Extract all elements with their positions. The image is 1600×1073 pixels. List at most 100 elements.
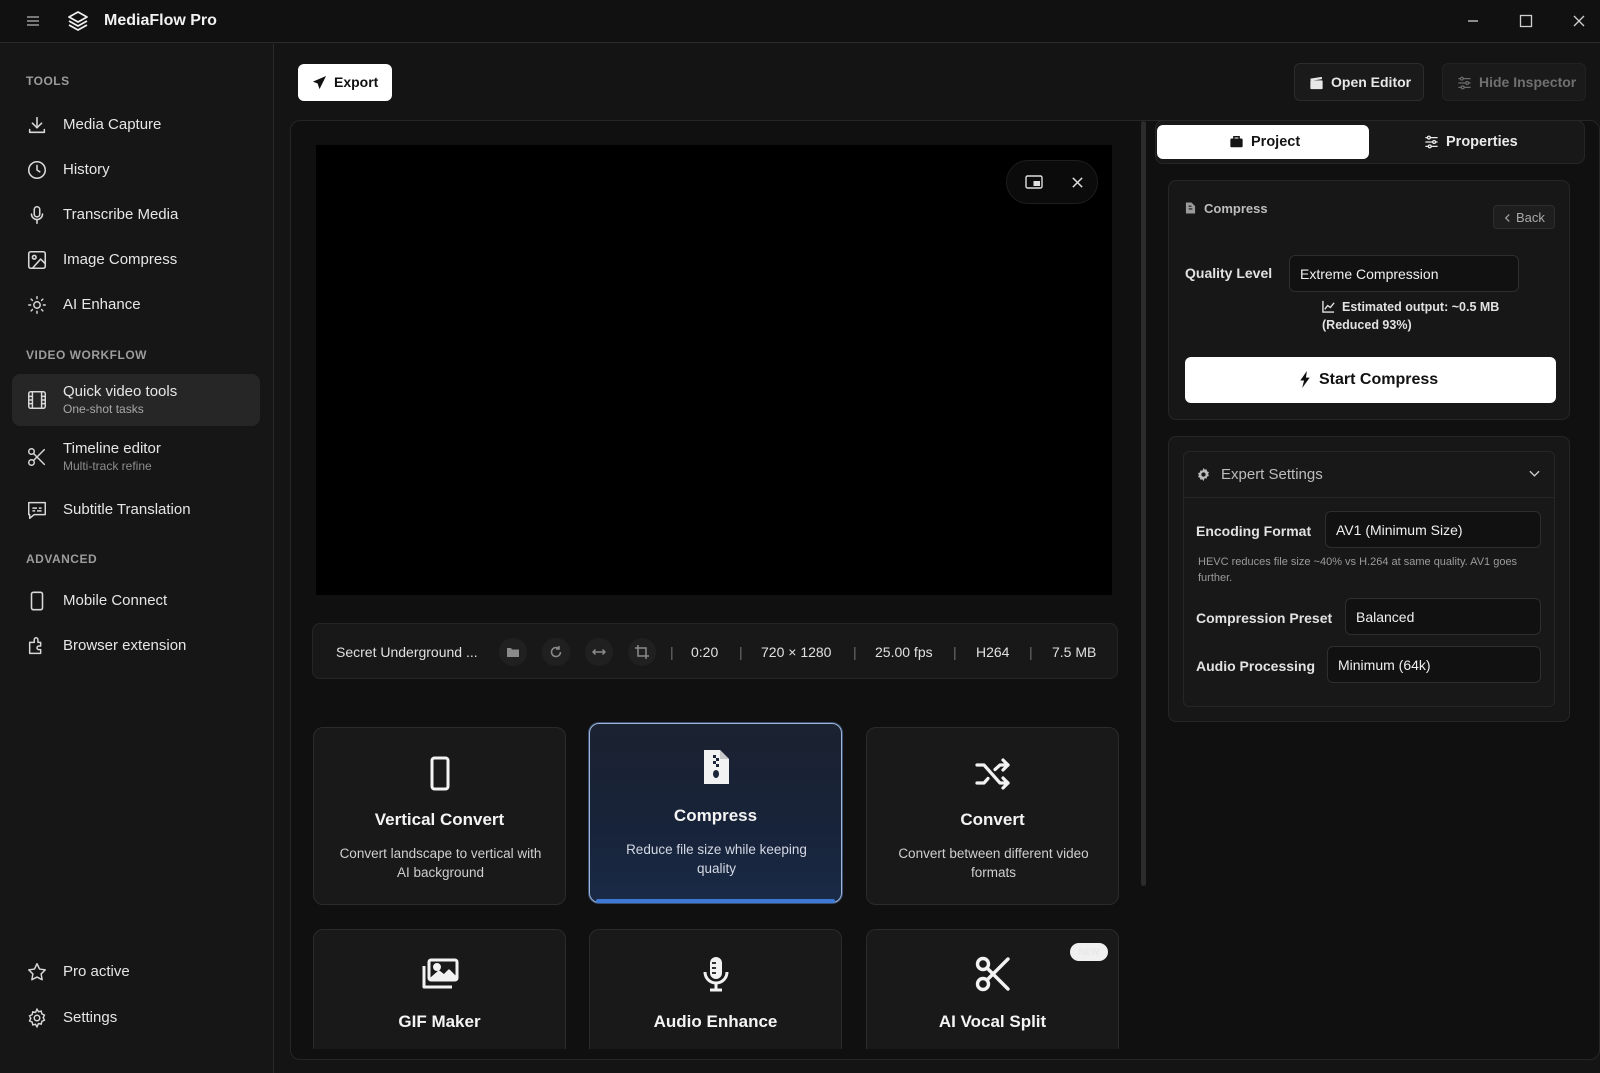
sidebar-item-label: Image Compress <box>63 251 178 268</box>
open-editor-button[interactable]: Open Editor <box>1294 63 1424 101</box>
minimize-icon[interactable] <box>1463 11 1483 31</box>
start-compress-label: Start Compress <box>1319 371 1439 388</box>
tool-card-vertical-convert[interactable]: Vertical Convert Convert landscape to ve… <box>313 727 566 905</box>
sidebar-item-browser-extension[interactable]: Browser extension <box>12 626 260 666</box>
picture-in-picture-icon[interactable] <box>1025 174 1043 190</box>
tab-project-label: Project <box>1251 134 1301 150</box>
tool-card-compress[interactable]: Compress Reduce file size while keeping … <box>589 723 842 903</box>
compression-preset-value: Balanced <box>1356 608 1415 625</box>
expert-settings-header[interactable]: Expert Settings <box>1183 451 1555 498</box>
info-separator: | <box>739 644 743 660</box>
sidebar-item-history[interactable]: History <box>12 150 260 190</box>
active-indicator <box>596 899 835 903</box>
video-preview[interactable] <box>316 145 1112 595</box>
audio-processing-select[interactable]: Minimum (64k) <box>1327 646 1541 683</box>
gear-icon <box>26 1007 48 1029</box>
sidebar-item-label: History <box>63 161 110 178</box>
back-button[interactable]: Back <box>1493 205 1555 229</box>
close-preview-icon[interactable] <box>1071 176 1084 189</box>
tool-card-title: Compress <box>673 806 758 825</box>
sliders-icon <box>1425 135 1438 149</box>
compression-preset-label: Compression Preset <box>1196 610 1333 626</box>
scissors-icon <box>973 954 1013 994</box>
sidebar-item-label: Settings <box>63 1009 118 1026</box>
resize-horizontal-icon[interactable] <box>585 638 613 666</box>
sidebar-item-mobile-connect[interactable]: Mobile Connect <box>12 581 260 621</box>
sidebar-item-sublabel: One-shot tasks <box>63 402 144 416</box>
sidebar-item-label: Subtitle Translation <box>63 501 191 518</box>
hide-inspector-label: Hide Inspector <box>1479 74 1577 90</box>
sidebar-item-pro-active[interactable]: Pro active <box>12 952 260 992</box>
estimated-output: Estimated output: ~0.5 MB <box>1342 300 1500 314</box>
content-scrollbar[interactable] <box>1141 121 1146 886</box>
quality-level-select[interactable]: Extreme Compression <box>1289 255 1519 292</box>
sidebar-item-ai-enhance[interactable]: AI Enhance <box>12 285 260 325</box>
audio-processing-label: Audio Processing <box>1196 658 1316 674</box>
encoding-format-select[interactable]: AV1 (Minimum Size) <box>1325 511 1541 548</box>
maximize-icon[interactable] <box>1516 11 1536 31</box>
sidebar-item-label: Pro active <box>63 963 130 980</box>
info-separator: | <box>853 644 857 660</box>
sidebar-item-settings[interactable]: Settings <box>12 998 260 1038</box>
export-button[interactable]: Export <box>298 64 392 101</box>
tool-card-title: Convert <box>960 810 1025 829</box>
microphone-icon <box>696 954 736 994</box>
quality-level-label: Quality Level <box>1185 265 1273 281</box>
expert-settings-title: Expert Settings <box>1221 466 1323 483</box>
sliders-icon <box>1458 76 1471 90</box>
file-zip-icon <box>696 747 736 787</box>
start-compress-button[interactable]: Start Compress <box>1185 357 1556 403</box>
tool-card-title: Vertical Convert <box>374 810 505 829</box>
reduction-percent: (Reduced 93%) <box>1322 318 1412 332</box>
lightning-icon <box>1300 371 1310 388</box>
shuffle-icon <box>973 754 1013 794</box>
tool-card-convert[interactable]: Convert Convert between different video … <box>866 727 1119 905</box>
inspector-tabs: Project Properties <box>1155 120 1585 164</box>
sidebar-item-label: Transcribe Media <box>63 206 179 223</box>
open-folder-icon[interactable] <box>499 638 527 666</box>
title-bar: MediaFlow Pro <box>0 0 1600 43</box>
tool-card-ai-vocal-split[interactable]: NEW AI Vocal Split <box>866 929 1119 1049</box>
sidebar-item-label: AI Enhance <box>63 296 141 313</box>
image-icon <box>26 249 48 271</box>
tab-project[interactable]: Project <box>1157 125 1369 159</box>
media-resolution: 720 × 1280 <box>761 644 832 660</box>
compress-panel-title: Compress <box>1204 201 1268 216</box>
section-title-advanced: ADVANCED <box>26 552 98 566</box>
sidebar-item-media-capture[interactable]: Media Capture <box>12 105 260 145</box>
menu-icon[interactable] <box>24 12 42 30</box>
compression-preset-select[interactable]: Balanced <box>1345 598 1541 635</box>
media-fps: 25.00 fps <box>875 644 933 660</box>
sidebar-item-transcribe-media[interactable]: Transcribe Media <box>12 195 260 235</box>
sidebar-item-timeline-editor[interactable]: Timeline editor Multi-track refine <box>12 431 260 483</box>
audio-processing-value: Minimum (64k) <box>1338 656 1431 673</box>
tool-card-description: Reduce file size while keeping quality <box>626 842 807 876</box>
scissors-icon <box>26 446 48 468</box>
refresh-icon[interactable] <box>542 638 570 666</box>
sidebar-item-subtitle-translation[interactable]: Subtitle Translation <box>12 490 260 530</box>
tool-card-audio-enhance[interactable]: Audio Enhance <box>589 929 842 1049</box>
hide-inspector-button[interactable]: Hide Inspector <box>1442 63 1586 101</box>
sidebar-item-label: Timeline editor <box>63 440 161 457</box>
sidebar-item-quick-video-tools[interactable]: Quick video tools One-shot tasks <box>12 374 260 426</box>
tool-card-title: Audio Enhance <box>653 1012 778 1031</box>
tab-properties[interactable]: Properties <box>1374 125 1582 159</box>
sidebar-item-label: Media Capture <box>63 116 162 133</box>
sidebar-item-image-compress[interactable]: Image Compress <box>12 240 260 280</box>
encoding-format-label: Encoding Format <box>1196 523 1312 539</box>
close-icon[interactable] <box>1569 11 1589 31</box>
film-icon <box>26 389 48 411</box>
crop-icon[interactable] <box>628 638 656 666</box>
open-editor-label: Open Editor <box>1331 74 1412 90</box>
sidebar-item-label: Quick video tools <box>63 383 178 400</box>
section-title-tools: TOOLS <box>26 74 70 88</box>
media-codec: H264 <box>976 644 1010 660</box>
tool-card-gif-maker[interactable]: GIF Maker <box>313 929 566 1049</box>
media-filename: Secret Underground ... <box>336 644 478 660</box>
app-title: MediaFlow Pro <box>104 12 217 29</box>
section-title-video-workflow: VIDEO WORKFLOW <box>26 348 147 362</box>
file-icon <box>1185 202 1196 214</box>
new-badge: NEW <box>1070 943 1108 961</box>
sidebar-item-sublabel: Multi-track refine <box>63 459 152 473</box>
media-size: 7.5 MB <box>1052 644 1097 660</box>
